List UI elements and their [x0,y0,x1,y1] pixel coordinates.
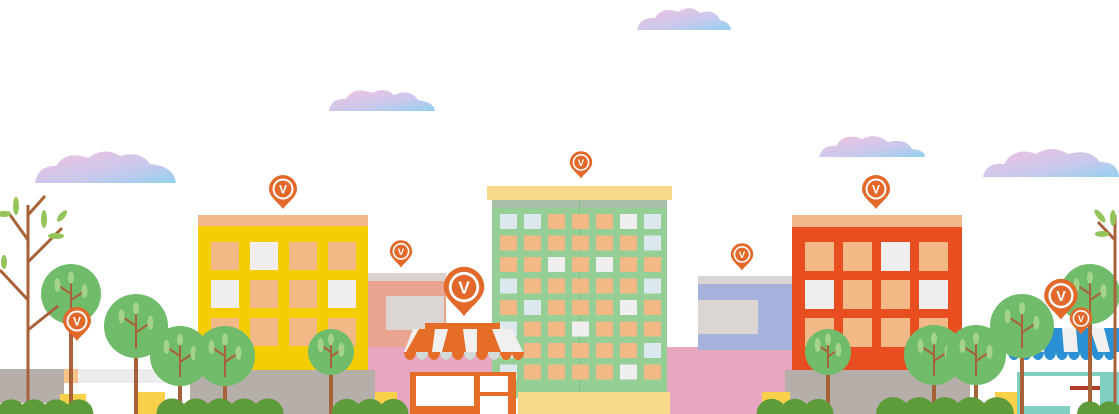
window [620,278,637,294]
window [644,343,661,358]
window [524,321,541,337]
window [548,214,565,229]
window [596,214,613,229]
cloud-icon [637,8,731,30]
window [596,278,613,294]
window [250,280,278,308]
window [572,235,589,251]
window [805,242,834,271]
shrub [331,398,409,414]
location-pin-icon: V [63,307,91,341]
window [620,300,637,315]
window [644,278,661,294]
location-pin-icon: V [443,266,485,317]
window [644,300,661,315]
window [644,235,661,251]
v-logo-icon: V [73,315,81,329]
v-logo-icon: V [578,158,585,169]
v-logo-icon: V [458,278,470,298]
window [919,242,948,271]
window [843,242,872,271]
window [548,278,565,294]
window [250,242,278,270]
window [328,242,356,270]
window [500,235,517,251]
window [500,278,517,294]
window [524,364,541,380]
window [620,235,637,251]
window [620,214,637,229]
shrub [876,397,1014,414]
window [524,235,541,251]
building-blue [698,276,798,350]
window [500,214,517,229]
window [572,214,589,229]
window [644,214,661,229]
window [289,280,317,308]
v-logo-icon: V [872,183,880,197]
window [596,300,613,315]
cloud-icon [35,151,176,183]
cloud-icon [329,89,435,111]
shrub [756,398,834,414]
window [548,364,565,380]
window [596,343,613,358]
window [620,343,637,358]
window [572,278,589,294]
window [500,257,517,272]
window [805,280,834,309]
window [572,364,589,380]
city-illustration: V V V V V V V V V [0,8,1119,414]
window [644,364,661,380]
window [644,321,661,337]
location-pin-icon: V [730,243,754,271]
location-pin-icon: V [862,175,890,209]
window [919,280,948,309]
window [620,321,637,337]
window [620,364,637,380]
v-logo-icon: V [279,183,287,197]
window [524,278,541,294]
window [328,280,356,308]
window [572,343,589,358]
window [548,257,565,272]
window [524,214,541,229]
window [596,235,613,251]
location-pin-icon: V [569,151,593,179]
cloud-icon [819,136,925,157]
shrub [156,398,284,414]
v-logo-icon: V [398,247,405,258]
window [524,343,541,358]
window [250,318,278,346]
window [572,300,589,315]
window [524,257,541,272]
window [524,300,541,315]
window [548,321,565,337]
window [644,257,661,272]
v-logo-icon: V [1056,289,1066,305]
window [548,300,565,315]
window [596,364,613,380]
window [596,321,613,337]
window [500,300,517,315]
location-pin-icon: V [269,175,297,209]
v-logo-icon: V [1078,314,1085,325]
window [289,242,317,270]
window [548,343,565,358]
window [596,257,613,272]
cloud-icon [983,149,1119,177]
window [881,280,910,309]
window [572,321,589,337]
window [211,242,239,270]
window [548,235,565,251]
window [843,280,872,309]
window [881,242,910,271]
v-logo-icon: V [739,250,746,261]
window [881,318,910,347]
window [572,257,589,272]
location-pin-icon: V [389,240,413,268]
window [211,280,239,308]
window [620,257,637,272]
